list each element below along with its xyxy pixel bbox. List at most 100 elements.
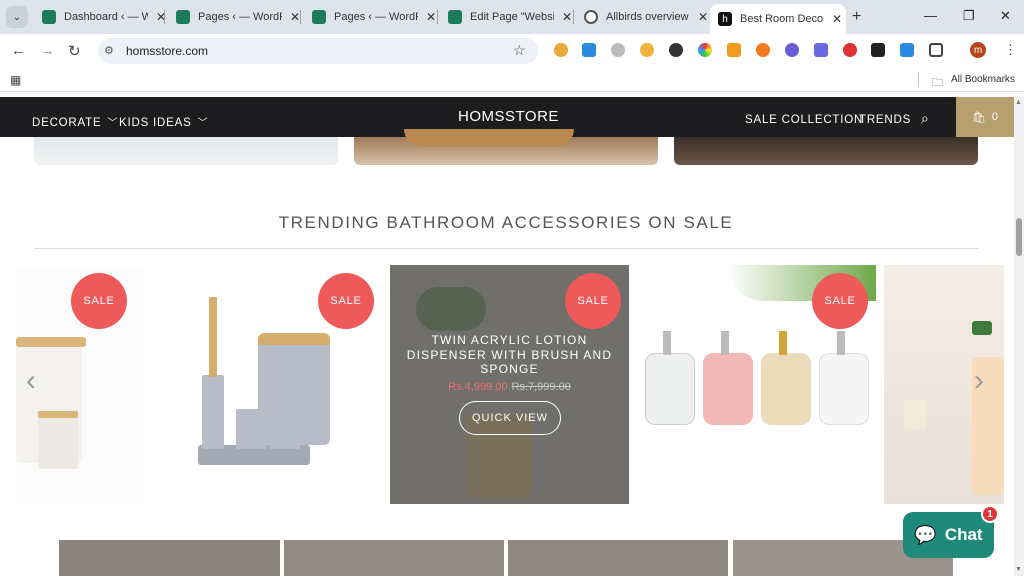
- tab-pages-1[interactable]: Pages ‹ — WordPr ✕: [168, 4, 302, 30]
- product-price: Rs.4,999.00 Rs.7,999.00: [400, 381, 619, 393]
- wordpress-favicon-icon: [448, 10, 462, 24]
- tab-title: Edit Page "Website: [470, 11, 554, 23]
- basket-image: [404, 129, 574, 147]
- dispenser-beige-image: [761, 353, 811, 425]
- tab-divider: [573, 10, 574, 24]
- window-close-icon[interactable]: ✕: [1000, 8, 1011, 24]
- nav-kids-ideas[interactable]: KIDS IDEAS ﹀: [119, 114, 208, 129]
- puzzle-extensions-icon[interactable]: [929, 43, 943, 57]
- menu-icon[interactable]: ⋮: [1004, 42, 1017, 58]
- collection-banner[interactable]: [34, 137, 338, 165]
- tab-edit-page[interactable]: Edit Page "Website ✕: [440, 4, 574, 30]
- tab-search-button[interactable]: ⌄: [6, 6, 28, 28]
- bookmarks-bar: [0, 68, 1024, 92]
- globe-favicon-icon: [584, 10, 598, 24]
- collection-tile[interactable]: [284, 540, 504, 576]
- extension-icon[interactable]: [669, 43, 683, 57]
- close-icon[interactable]: ✕: [560, 10, 574, 24]
- sale-price: Rs.4,999.00: [448, 381, 508, 393]
- product-card[interactable]: [884, 265, 1004, 504]
- tab-pages-2[interactable]: Pages ‹ — WordPr ✕: [304, 4, 438, 30]
- tab-title: Allbirds overview A: [606, 11, 690, 23]
- section-title: TRENDING BATHROOM ACCESSORIES ON SALE: [278, 213, 734, 232]
- tab-divider: [437, 10, 438, 24]
- chevron-down-icon: ﹀: [107, 118, 119, 129]
- back-icon[interactable]: ←: [11, 42, 26, 59]
- extension-icon[interactable]: [698, 43, 712, 57]
- sale-badge: SALE: [812, 273, 868, 329]
- close-icon[interactable]: ✕: [424, 10, 438, 24]
- extension-icon[interactable]: [582, 43, 596, 57]
- new-tab-button[interactable]: +: [852, 8, 861, 26]
- carousel-prev-arrow[interactable]: ‹: [26, 364, 36, 398]
- bag-icon: 🛍: [971, 111, 986, 124]
- sale-badge: SALE: [71, 273, 127, 329]
- site-info-icon[interactable]: ⚙: [104, 44, 114, 57]
- close-icon[interactable]: ✕: [830, 12, 844, 26]
- collection-tile[interactable]: [59, 540, 280, 576]
- collection-banner[interactable]: [674, 137, 978, 165]
- extension-icon[interactable]: [843, 43, 857, 57]
- restore-icon[interactable]: ❐: [963, 8, 975, 24]
- dispenser-white-image: [819, 353, 869, 425]
- site-logo[interactable]: HOMSSTORE: [458, 108, 559, 125]
- reload-icon[interactable]: ↻: [68, 42, 81, 60]
- tab-dashboard[interactable]: Dashboard ‹ — Wi ✕: [34, 4, 168, 30]
- nav-sale-collection[interactable]: SALE COLLECTION: [745, 114, 863, 126]
- download-icon[interactable]: [900, 43, 914, 57]
- close-icon[interactable]: ✕: [696, 10, 710, 24]
- apps-grid-icon[interactable]: ▦: [10, 73, 21, 87]
- nav-label: DECORATE: [32, 117, 102, 129]
- bookmark-star-icon[interactable]: ☆: [513, 42, 526, 59]
- extension-icon[interactable]: [871, 43, 885, 57]
- nav-trends[interactable]: TRENDS: [859, 114, 911, 126]
- page-scrollbar[interactable]: [1014, 97, 1024, 576]
- minimize-icon[interactable]: —: [924, 8, 937, 23]
- product-title[interactable]: TWIN ACRYLIC LOTION DISPENSER WITH BRUSH…: [400, 333, 619, 377]
- chat-button[interactable]: 💬 Chat: [903, 512, 994, 558]
- collection-tile[interactable]: [508, 540, 728, 576]
- all-bookmarks-link[interactable]: All Bookmarks: [951, 74, 1015, 85]
- chevron-down-icon: ﹀: [197, 118, 209, 129]
- jar-lid-image: [38, 411, 78, 418]
- wordpress-favicon-icon: [42, 10, 56, 24]
- extension-icon[interactable]: [611, 43, 625, 57]
- pump-image: [663, 331, 671, 355]
- forward-icon[interactable]: →: [40, 42, 55, 59]
- close-icon[interactable]: ✕: [154, 10, 168, 24]
- candle-image: [904, 399, 926, 429]
- extension-icon[interactable]: [814, 43, 828, 57]
- tab-divider: [164, 10, 165, 24]
- scrollbar-thumb[interactable]: [1016, 218, 1022, 256]
- folder-icon: 🗀: [932, 77, 943, 89]
- profile-avatar[interactable]: m: [970, 42, 986, 58]
- search-icon[interactable]: ⌕: [921, 110, 930, 127]
- quick-view-button[interactable]: QUICK VIEW: [459, 401, 561, 435]
- extension-icon[interactable]: [640, 43, 654, 57]
- cart-button[interactable]: 🛍 0: [956, 97, 1014, 137]
- tab-title: Dashboard ‹ — Wi: [64, 11, 148, 23]
- tab-title: Pages ‹ — WordPr: [198, 11, 282, 23]
- sale-badge: SALE: [318, 273, 374, 329]
- tab-title: Pages ‹ — WordPr: [334, 11, 418, 23]
- tab-homsstore[interactable]: h Best Room Decor A ✕: [710, 4, 846, 34]
- dispenser-pink-image: [703, 353, 753, 425]
- url-text[interactable]: homsstore.com: [126, 44, 208, 58]
- extension-icon[interactable]: [554, 43, 568, 57]
- carousel-next-arrow[interactable]: ›: [974, 364, 984, 398]
- scroll-up-icon[interactable]: ▲: [1015, 99, 1022, 106]
- sale-badge: SALE: [565, 273, 621, 329]
- collection-banner[interactable]: [354, 129, 658, 165]
- pump-image: [837, 331, 845, 355]
- bookmarks-divider: [918, 72, 919, 86]
- extension-icon[interactable]: [756, 43, 770, 57]
- homsstore-favicon-icon: h: [718, 12, 732, 26]
- scroll-down-icon[interactable]: ▼: [1015, 566, 1022, 573]
- extension-icon[interactable]: [785, 43, 799, 57]
- nav-decorate[interactable]: DECORATE ﹀: [32, 114, 118, 129]
- tab-title: Best Room Decor A: [740, 13, 824, 25]
- tab-allbirds[interactable]: Allbirds overview A ✕: [576, 4, 710, 30]
- pump-image: [972, 321, 992, 335]
- tab-divider: [300, 10, 301, 24]
- extension-icon[interactable]: [727, 43, 741, 57]
